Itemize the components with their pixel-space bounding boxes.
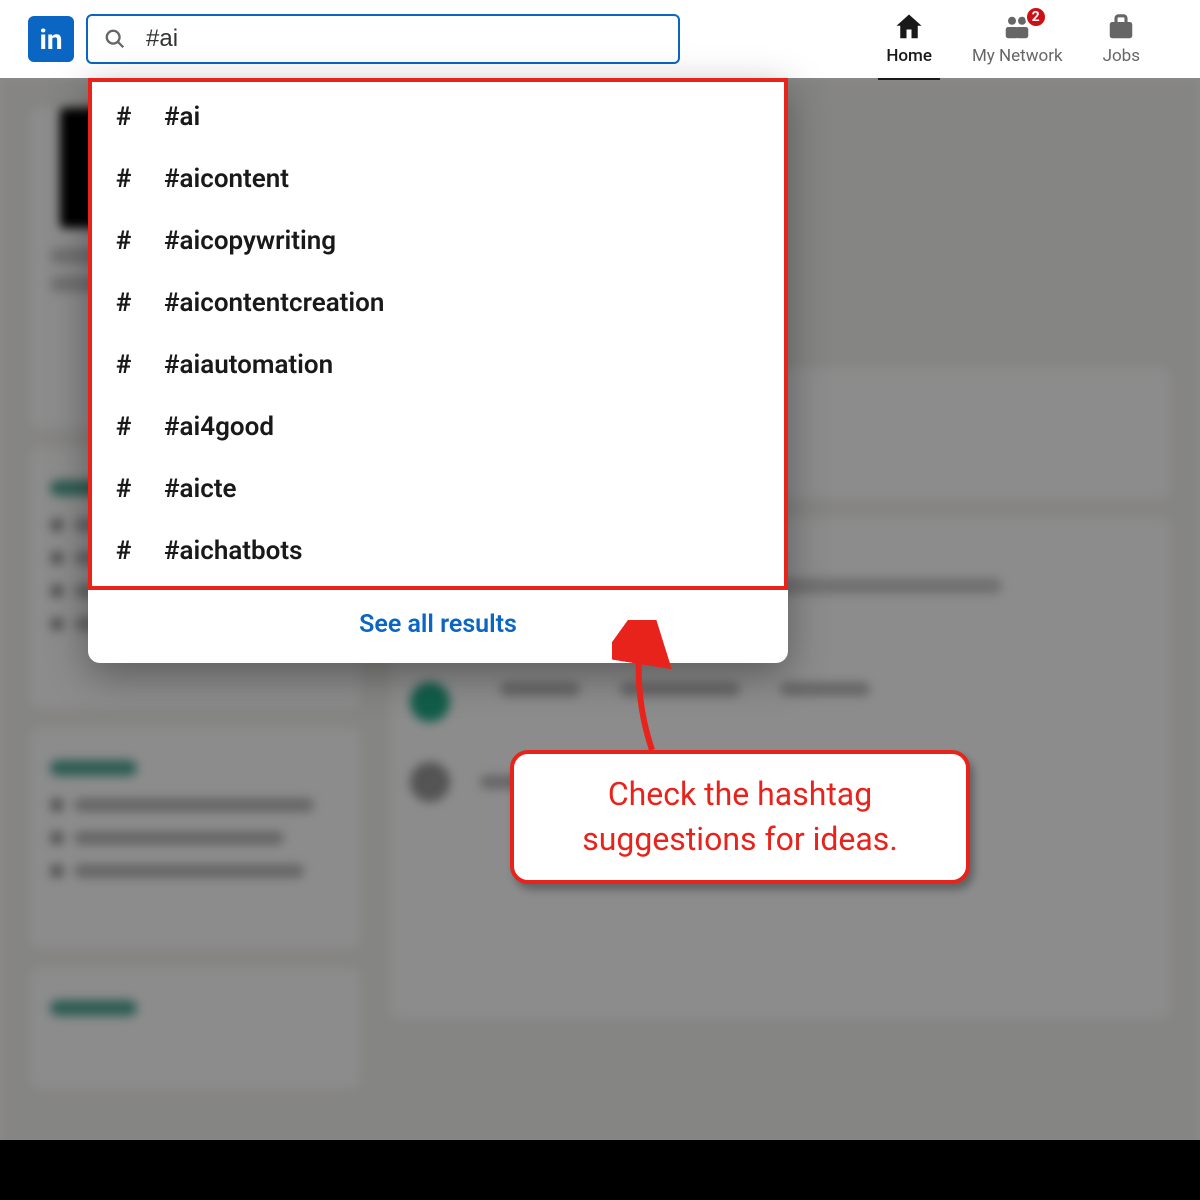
nav-home-label: Home xyxy=(886,46,932,66)
suggestion-item[interactable]: # #ai4good xyxy=(92,396,784,458)
search-input[interactable] xyxy=(146,25,662,53)
suggestion-label: #aicontent xyxy=(164,164,289,194)
suggestions-highlight-box: # #ai # #aicontent # #aicopywriting # #aicon… xyxy=(88,78,788,590)
suggestion-label: #aiautomation xyxy=(164,350,333,380)
suggestion-label: #aichatbots xyxy=(164,536,302,566)
nav-items: Home 2 My Network Jobs xyxy=(886,12,1180,66)
hashtag-icon: # xyxy=(116,164,146,194)
suggestion-item[interactable]: # #aicontent xyxy=(92,148,784,210)
nav-jobs[interactable]: Jobs xyxy=(1103,12,1140,66)
nav-home[interactable]: Home xyxy=(886,12,932,66)
suggestion-item[interactable]: # #ai xyxy=(92,86,784,148)
nav-my-network[interactable]: 2 My Network xyxy=(972,12,1063,66)
nav-jobs-label: Jobs xyxy=(1103,46,1140,66)
home-icon xyxy=(894,12,924,42)
suggestion-item[interactable]: # #aicontentcreation xyxy=(92,272,784,334)
linkedin-logo[interactable]: in xyxy=(28,16,74,62)
search-suggestions-dropdown: # #ai # #aicontent # #aicopywriting # #aicon… xyxy=(88,78,788,663)
nav-network-label: My Network xyxy=(972,46,1063,66)
network-badge: 2 xyxy=(1025,6,1047,28)
hashtag-icon: # xyxy=(116,226,146,256)
top-navigation: in Home 2 My Network Jobs xyxy=(0,0,1200,78)
bottom-bar xyxy=(0,1140,1200,1200)
suggestion-label: #aicopywriting xyxy=(164,226,336,256)
hashtag-icon: # xyxy=(116,474,146,504)
search-field-wrap[interactable] xyxy=(86,14,680,64)
suggestion-label: #aicte xyxy=(164,474,237,504)
suggestion-label: #aicontentcreation xyxy=(164,288,384,318)
suggestion-item[interactable]: # #aicopywriting xyxy=(92,210,784,272)
suggestion-label: #ai xyxy=(164,102,200,132)
suggestion-item[interactable]: # #aicte xyxy=(92,458,784,520)
hashtag-icon: # xyxy=(116,102,146,132)
hashtag-icon: # xyxy=(116,536,146,566)
suggestion-item[interactable]: # #aiautomation xyxy=(92,334,784,396)
suggestion-label: #ai4good xyxy=(164,412,274,442)
hashtag-icon: # xyxy=(116,288,146,318)
hashtag-icon: # xyxy=(116,350,146,380)
search-icon xyxy=(104,28,126,50)
annotation-arrow xyxy=(612,620,692,760)
hashtag-icon: # xyxy=(116,412,146,442)
jobs-icon xyxy=(1106,12,1136,42)
annotation-callout: Check the hashtag suggestions for ideas. xyxy=(510,750,970,884)
suggestion-item[interactable]: # #aichatbots xyxy=(92,520,784,582)
